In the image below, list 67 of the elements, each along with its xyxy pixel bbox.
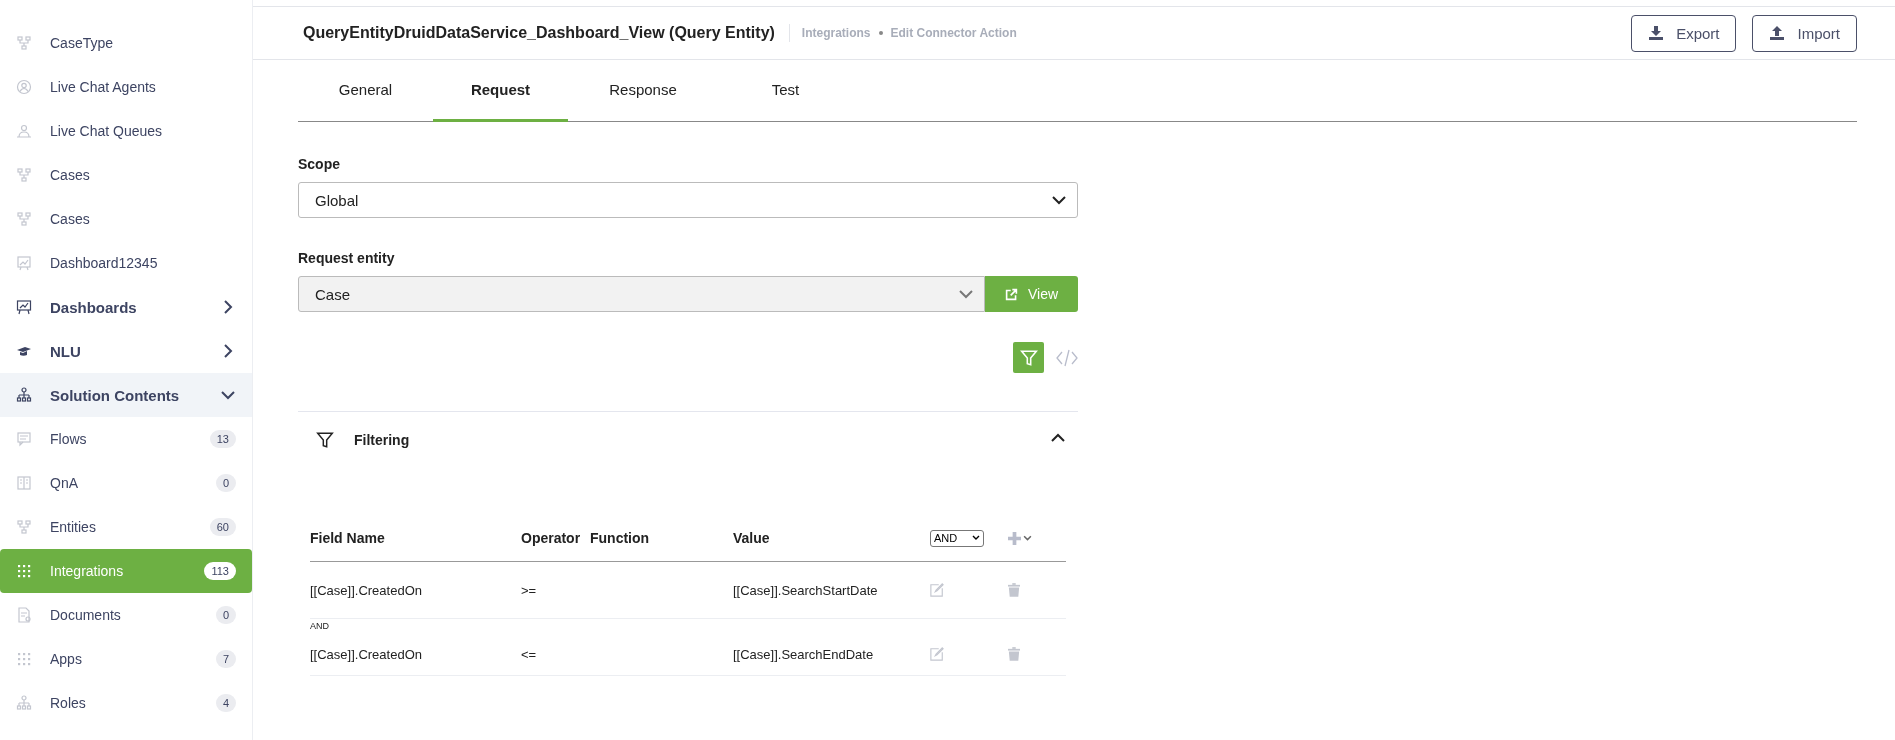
download-icon [1648, 25, 1665, 41]
count-badge: 60 [209, 518, 236, 536]
tab[interactable]: Test [718, 60, 853, 122]
plus-icon [1008, 531, 1021, 545]
sidebar-item[interactable]: Documents 0 [0, 593, 252, 637]
count-badge: 7 [215, 650, 236, 668]
add-button[interactable] [1008, 531, 1032, 545]
grid-icon [16, 651, 32, 667]
table-cell-text: [[Case]].SearchStartDate [733, 582, 879, 598]
table-cell-text: <= [521, 646, 538, 662]
org-icon [16, 695, 32, 711]
table-cell-text: >= [521, 582, 538, 598]
sidebar-item[interactable]: Entities 60 [0, 505, 252, 549]
chart-icon [16, 255, 32, 271]
people-icon [16, 123, 32, 139]
sidebar-item[interactable]: Cases [0, 197, 252, 241]
sidebar-item[interactable]: Live Chat Agents [0, 65, 252, 109]
tab[interactable]: General [298, 60, 433, 122]
sidebar-item[interactable]: Apps 7 [0, 637, 252, 681]
export-button[interactable]: Export [1631, 14, 1737, 52]
sidebar-item[interactable]: CaseType [0, 21, 252, 65]
sidebar-item[interactable]: Live Chat Queues [0, 109, 252, 153]
sidebar-item[interactable]: Cases [0, 153, 252, 197]
field-label: Scope [298, 156, 341, 172]
grid-icon [16, 563, 32, 579]
column-header: Value [733, 530, 771, 546]
logic-label: AND [310, 621, 329, 631]
sidebar-group[interactable]: NLU [0, 329, 252, 373]
caret-icon [1023, 534, 1032, 542]
sidebar-item[interactable]: Dashboard12345 [0, 241, 252, 285]
sidebar-item[interactable]: QnA 0 [0, 461, 252, 505]
external-link-icon [1004, 287, 1018, 301]
upload-icon [1769, 25, 1786, 41]
section-title: Filtering [354, 431, 411, 448]
sidebar-item[interactable]: Integrations 113 [0, 549, 252, 593]
sidebar-item[interactable]: Flows 13 [0, 417, 252, 461]
page-title: QueryEntityDruidDataService_Dashboard_View (Query Entity) [303, 24, 790, 42]
person-icon [16, 79, 32, 95]
count-badge: 4 [215, 694, 236, 712]
count-badge: 13 [209, 430, 236, 448]
chat-icon [16, 431, 32, 447]
filter-button[interactable] [1013, 342, 1044, 373]
column-header: Function [590, 530, 651, 546]
column-header: Field Name [310, 530, 386, 546]
column-header: Operator [521, 530, 582, 546]
entity-dropdown[interactable]: Case [298, 276, 985, 312]
count-badge: 0 [215, 606, 236, 624]
filter-icon [1019, 348, 1038, 367]
tab[interactable]: Response [568, 60, 718, 122]
field-label: Request entity [298, 250, 396, 266]
caret-icon [972, 535, 980, 541]
sidebar-item[interactable]: Roles 4 [0, 681, 252, 725]
count-badge: 113 [204, 562, 236, 580]
import-button[interactable]: Import [1752, 14, 1857, 52]
table-cell-text: [[Case]].CreatedOn [310, 646, 423, 662]
logic-dropdown[interactable]: AND [930, 529, 984, 547]
table-cell-text: [[Case]].CreatedOn [310, 582, 423, 598]
tab[interactable]: Request [433, 60, 568, 122]
filter-icon [316, 430, 334, 449]
table-cell-text: [[Case]].SearchEndDate [733, 646, 875, 662]
count-badge: 0 [215, 474, 236, 492]
sidebar-group[interactable]: Solution Contents [0, 373, 252, 417]
sidebar-group[interactable]: Dashboards [0, 285, 252, 329]
easel-icon [16, 299, 32, 315]
org-icon [16, 387, 32, 403]
scope-dropdown[interactable]: Global [298, 182, 1078, 218]
doc-icon [16, 607, 32, 623]
